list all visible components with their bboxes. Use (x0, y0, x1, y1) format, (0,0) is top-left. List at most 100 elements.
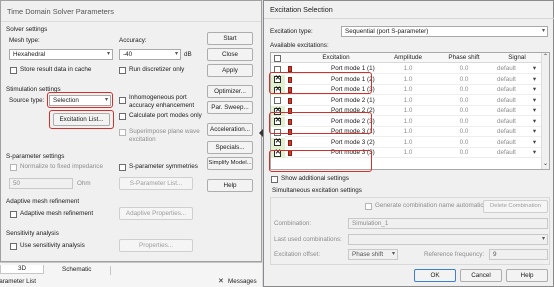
signal-dropdown[interactable]: default ▾ (497, 85, 537, 95)
run-discretizer-label: Run discretizer only (129, 66, 185, 73)
inhomogeneous-checkbox[interactable] (119, 97, 126, 104)
scroll-up-icon[interactable]: ⌃ (543, 54, 548, 60)
amplitude-value[interactable]: 1.0 (384, 96, 432, 106)
signal-dropdown[interactable]: default ▾ (497, 127, 537, 137)
phase-shift-value[interactable]: 0.0 (439, 127, 489, 137)
table-row[interactable]: Port mode 2 (1) 1.0 0.0 default ▾ (271, 95, 541, 106)
store-result-checkbox[interactable] (10, 67, 17, 74)
amplitude-value[interactable]: 1.0 (384, 148, 432, 158)
signal-value: default (497, 138, 516, 146)
phase-shift-value[interactable]: 0.0 (439, 64, 489, 74)
tab-schematic[interactable]: Schematic (62, 266, 91, 274)
help-button[interactable]: Help (207, 179, 253, 192)
sparam-list-button[interactable]: S-Parameter List... (119, 177, 193, 190)
show-additional-checkbox[interactable] (271, 176, 278, 183)
calc-port-modes-checkbox[interactable] (119, 113, 126, 120)
last-used-dropdown[interactable]: ▾ (348, 234, 548, 245)
phase-shift-value[interactable]: 0.0 (439, 96, 489, 106)
signal-value: default (497, 117, 516, 125)
superimpose-checkbox[interactable] (119, 129, 126, 136)
chevron-down-icon: ▾ (532, 128, 536, 135)
amplitude-value[interactable]: 1.0 (384, 85, 432, 95)
amplitude-value[interactable]: 1.0 (384, 117, 432, 127)
adaptive-properties-button[interactable]: Adaptive Properties... (119, 207, 193, 220)
chevron-down-icon: ▾ (174, 51, 178, 57)
amplitude-value[interactable]: 1.0 (384, 127, 432, 137)
table-row[interactable]: ✕ Port mode 3 (2) 1.0 0.0 default ▾ (271, 137, 541, 148)
signal-dropdown[interactable]: default ▾ (497, 106, 537, 116)
col-excitation[interactable]: Excitation (301, 53, 371, 63)
help-button[interactable]: Help (506, 269, 548, 282)
accuracy-label: Accuracy: (119, 37, 147, 44)
simplify-model-button[interactable]: Simplify Model... (207, 157, 253, 170)
scroll-down-icon[interactable]: ⌄ (543, 161, 548, 167)
sensitivity-checkbox[interactable] (10, 243, 17, 250)
start-button[interactable]: Start (207, 32, 253, 45)
amplitude-value[interactable]: 1.0 (384, 106, 432, 116)
phase-shift-value[interactable]: 0.0 (439, 138, 489, 148)
messages-tab[interactable]: Messages (228, 278, 257, 286)
col-signal[interactable]: Signal (499, 53, 535, 63)
combination-field[interactable]: Simulation_1 (348, 218, 548, 229)
amplitude-value[interactable]: 1.0 (384, 138, 432, 148)
amplitude-value[interactable]: 1.0 (384, 64, 432, 74)
close-icon[interactable]: ✕ (218, 278, 224, 286)
optimizer-button[interactable]: Optimizer... (207, 85, 253, 98)
row-checkbox[interactable] (274, 97, 281, 104)
source-type-highlight (47, 92, 113, 108)
ref-freq-field[interactable]: 9 (489, 249, 548, 260)
signal-dropdown[interactable]: default ▾ (497, 96, 537, 106)
sensitivity-properties-button[interactable]: Properties... (119, 239, 193, 252)
excitation-offset-dropdown[interactable]: Phase shift ▾ (348, 249, 398, 260)
ok-button[interactable]: OK (414, 269, 456, 282)
signal-dropdown[interactable]: default ▾ (497, 64, 537, 74)
tab-3d[interactable]: 3D (0, 265, 44, 274)
solver-settings-header: Solver settings (6, 26, 48, 33)
signal-dropdown[interactable]: default ▾ (497, 117, 537, 127)
sparam-settings-header: S-parameter settings (6, 153, 65, 160)
phase-shift-value[interactable]: 0.0 (439, 148, 489, 158)
signal-dropdown[interactable]: default ▾ (497, 148, 537, 158)
accuracy-dropdown[interactable]: -40 ▾ (119, 49, 181, 60)
dialog-title: Time Domain Solver Parameters (7, 7, 114, 16)
amplitude-value[interactable]: 1.0 (384, 75, 432, 85)
phase-shift-value[interactable]: 0.0 (439, 117, 489, 127)
sparam-symmetries-checkbox[interactable] (119, 164, 126, 171)
excitation-offset-label: Excitation offset: (274, 251, 321, 258)
close-button[interactable]: Close (207, 48, 253, 61)
port-icon (288, 139, 292, 146)
source-type-label: Source type: (9, 97, 45, 104)
phase-shift-value[interactable]: 0.0 (439, 85, 489, 95)
ref-freq-value: 9 (493, 251, 497, 258)
excitation-name: Port mode 2 (1) (331, 96, 375, 104)
phase-shift-value[interactable]: 0.0 (439, 75, 489, 85)
adaptive-mesh-checkbox[interactable] (10, 211, 17, 218)
combination-value: Simulation_1 (352, 220, 389, 227)
mesh-type-dropdown[interactable]: Hexahedral ▾ (9, 49, 113, 60)
simultaneous-header: Simultaneous excitation settings (272, 187, 362, 194)
select-all-checkbox[interactable] (274, 54, 281, 62)
chevron-down-icon: ▾ (532, 65, 536, 72)
signal-dropdown[interactable]: default ▾ (497, 138, 537, 148)
acceleration-button[interactable]: Acceleration... (207, 123, 253, 136)
ref-freq-label: Reference frequency: (424, 251, 485, 258)
cancel-button[interactable]: Cancel (460, 269, 502, 282)
generate-name-checkbox[interactable] (365, 203, 372, 210)
superimpose-label: Superimpose plane wave excitation (129, 128, 200, 143)
signal-dropdown[interactable]: default ▾ (497, 75, 537, 85)
delete-combination-button[interactable]: Delete Combination (483, 200, 548, 213)
normalize-checkbox[interactable] (10, 164, 17, 171)
par-sweep-button[interactable]: Par. Sweep... (207, 101, 253, 114)
excitation-type-dropdown[interactable]: Sequential (port S-parameter) ▾ (341, 26, 548, 37)
excitation-offset-value: Phase shift (352, 251, 384, 258)
phase-shift-value[interactable]: 0.0 (439, 106, 489, 116)
col-phase-shift[interactable]: Phase shift (439, 53, 489, 63)
specials-button[interactable]: Specials... (207, 141, 253, 154)
run-discretizer-checkbox[interactable] (119, 67, 126, 74)
row-checkbox[interactable]: ✕ (274, 138, 281, 146)
table-scrollbar[interactable]: ⌃ ⌄ (541, 53, 549, 169)
chevron-down-icon: ▾ (532, 75, 536, 83)
col-amplitude[interactable]: Amplitude (384, 53, 432, 63)
apply-button[interactable]: Apply (207, 64, 253, 77)
impedance-field[interactable]: 50 (9, 178, 73, 189)
